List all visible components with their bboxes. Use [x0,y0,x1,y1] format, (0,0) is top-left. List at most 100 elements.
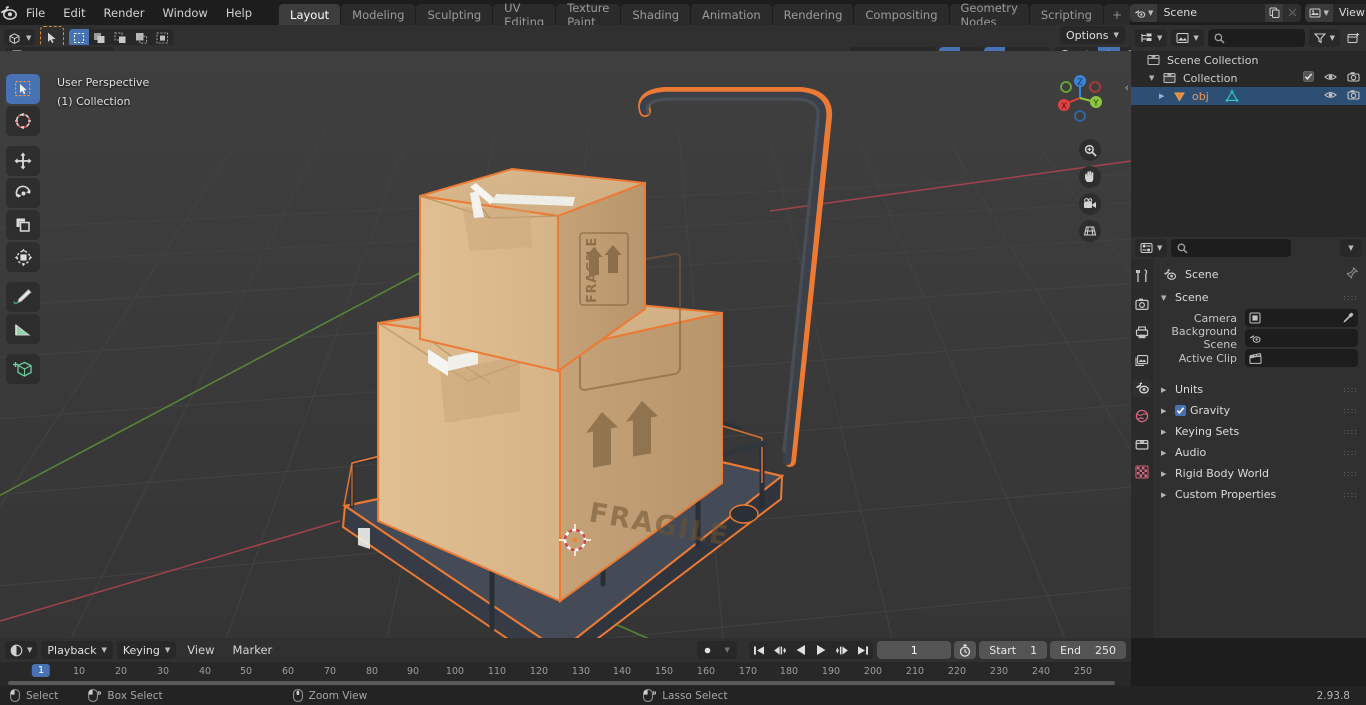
timeline-menu-playback[interactable]: Playback ▼ [41,641,113,659]
tab-scene[interactable] [1133,379,1151,397]
timeline-menu-keying[interactable]: Keying ▼ [116,641,177,659]
transform-tool-icon[interactable] [6,242,40,272]
zoom-icon[interactable] [1079,139,1101,161]
expand-triangle-icon[interactable]: ▶ [1161,470,1169,478]
outliner-display-mode-selector[interactable]: ▼ [1135,29,1168,47]
tab-scripting[interactable]: Scripting [1029,4,1103,25]
next-keyframe-button[interactable] [831,641,854,659]
timeline-scrollbar[interactable] [8,681,1115,685]
expand-triangle-icon[interactable]: ▶ [1159,92,1167,100]
tab-object[interactable] [1133,435,1151,453]
outliner-row-scene-collection[interactable]: Scene Collection [1131,51,1366,69]
end-frame-field[interactable]: End 250 [1050,641,1126,659]
current-frame-field[interactable]: 1 [877,641,952,659]
timeline-menu-view[interactable]: View [180,641,221,659]
jump-to-start-button[interactable] [749,641,770,659]
outliner-filter-id-selector[interactable]: ▼ [1171,29,1204,47]
panel-gravity[interactable]: ▶ Gravity :::: [1153,400,1366,421]
panel-units[interactable]: ▶ Units :::: [1153,379,1366,400]
collection-checkbox[interactable] [1303,71,1314,85]
view-layer-name-field[interactable]: View Layer [1332,3,1366,22]
timeline-menu-marker[interactable]: Marker [226,641,280,659]
scene-name-field[interactable]: Scene [1157,3,1266,22]
gravity-checkbox[interactable] [1175,405,1186,416]
expand-triangle-icon[interactable]: ▶ [1161,407,1169,415]
expand-triangle-icon[interactable]: ▶ [1161,386,1169,394]
ortho-persp-icon[interactable] [1079,220,1101,242]
timeline-playhead[interactable]: 1 [31,664,51,677]
scale-tool-icon[interactable] [6,210,40,240]
timeline-editor-type-selector[interactable]: ▼ [5,641,38,659]
outliner-row-obj[interactable]: ▶ obj [1131,87,1366,105]
tab-modeling[interactable]: Modeling [341,4,416,25]
outliner-new-collection-button[interactable] [1344,29,1362,47]
tab-sculpting[interactable]: Sculpting [416,4,493,25]
play-button[interactable] [811,641,832,659]
pan-hand-icon[interactable] [1079,166,1101,188]
outliner-filter-button[interactable]: ▼ [1308,29,1340,47]
eyedropper-icon[interactable] [1342,312,1354,324]
camera-icon[interactable] [1079,193,1101,215]
pin-icon[interactable] [1346,266,1359,282]
menu-window[interactable]: Window [153,3,216,23]
prev-keyframe-button[interactable] [769,641,792,659]
scene-new-button[interactable] [1265,3,1284,22]
expand-triangle-icon[interactable]: ▶ [1161,449,1169,457]
scene-browse-button[interactable]: ▼ [1130,3,1158,22]
properties-editor-type-selector[interactable]: ▼ [1135,239,1168,257]
tab-tool[interactable] [1133,267,1151,285]
field-camera-input[interactable] [1245,309,1358,327]
obj-hide-eye-icon[interactable] [1324,90,1337,103]
panel-custom-properties[interactable]: ▶ Custom Properties :::: [1153,484,1366,505]
add-cube-tool-icon[interactable] [6,354,40,384]
properties-search-input[interactable] [1171,239,1292,257]
field-active-clip-input[interactable] [1245,349,1358,367]
tab-render[interactable] [1133,295,1151,313]
tab-layout[interactable]: Layout [279,4,341,25]
expand-triangle-icon[interactable]: ▼ [1149,74,1157,82]
collection-hide-eye-icon[interactable] [1324,72,1337,85]
menu-help[interactable]: Help [217,3,261,23]
timeline-ruler[interactable]: 1 10 20 30 40 50 60 70 80 90 100 110 120… [0,662,1131,682]
options-button[interactable]: Options ▼ [1060,26,1125,44]
collection-disable-render-icon[interactable] [1347,71,1360,85]
panel-audio[interactable]: ▶ Audio :::: [1153,442,1366,463]
menu-edit[interactable]: Edit [54,3,94,23]
tweak-select-tool-icon[interactable] [6,74,40,104]
menu-render[interactable]: Render [95,3,154,23]
field-background-scene-input[interactable] [1245,329,1358,347]
expand-triangle-icon[interactable]: ▼ [1161,294,1169,302]
view-layer-browse-button[interactable]: ▼ [1305,3,1333,22]
measure-tool-icon[interactable] [6,314,40,344]
tab-geometry-nodes[interactable]: Geometry Nodes [949,1,1029,29]
tab-texture-paint[interactable]: Texture Paint [556,1,621,29]
panel-scene-header[interactable]: ▼ Scene :::: [1153,288,1366,307]
outliner-row-collection[interactable]: ▼ Collection [1131,69,1366,87]
cursor-tool-icon[interactable] [6,106,40,136]
blender-logo-icon[interactable] [0,0,17,25]
move-tool-icon[interactable] [6,146,40,176]
outliner-search-input[interactable] [1207,29,1305,47]
tab-animation[interactable]: Animation [691,4,772,25]
play-reverse-button[interactable] [791,641,812,659]
tab-shading[interactable]: Shading [621,4,691,25]
auto-keying-dropdown[interactable]: ▼ [717,641,738,659]
tab-compositing[interactable]: Compositing [854,4,949,25]
viewport-sidebar-toggle[interactable]: ‹ [1125,81,1129,94]
navigation-gizmo[interactable]: Z X Y [1051,68,1109,126]
annotate-tool-icon[interactable] [6,282,40,312]
add-workspace-button[interactable]: + [1103,4,1131,25]
panel-rigid-body-world[interactable]: ▶ Rigid Body World :::: [1153,463,1366,484]
3d-viewport[interactable]: FRAGILE FRAGILE User Perspective (1) Col… [0,51,1131,638]
tab-texture[interactable] [1133,463,1151,481]
expand-triangle-icon[interactable]: ▶ [1161,428,1169,436]
tab-output[interactable] [1133,323,1151,341]
expand-triangle-icon[interactable]: ▶ [1161,491,1169,499]
properties-options-button[interactable]: ▼ [1340,239,1362,257]
panel-keying-sets[interactable]: ▶ Keying Sets :::: [1153,421,1366,442]
use-preview-range-button[interactable] [954,641,977,659]
tab-uv-editing[interactable]: UV Editing [493,1,556,29]
rotate-tool-icon[interactable] [6,178,40,208]
menu-file[interactable]: File [17,3,54,23]
tab-world[interactable] [1133,407,1151,425]
